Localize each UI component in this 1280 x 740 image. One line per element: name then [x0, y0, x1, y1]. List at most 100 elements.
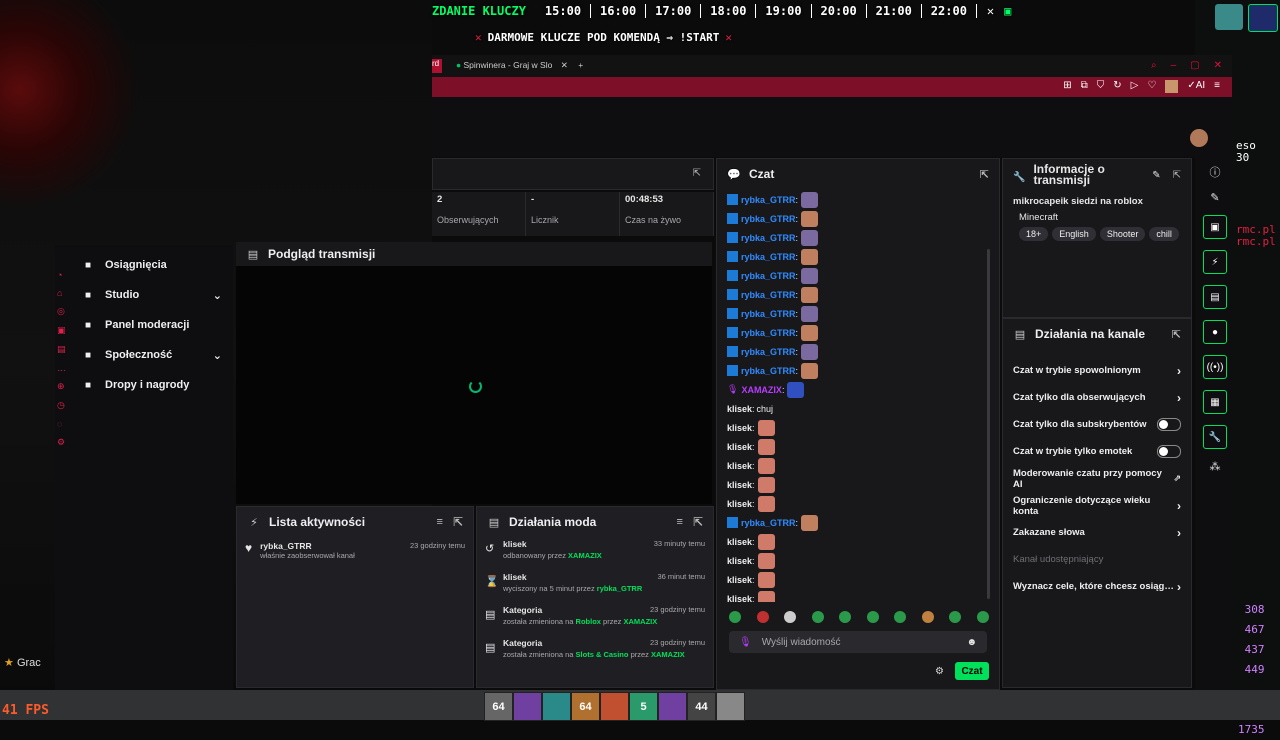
- chat-scrollbar[interactable]: [987, 249, 990, 599]
- chat-username[interactable]: klisek: [727, 423, 752, 433]
- marker-button[interactable]: ▦: [1203, 390, 1227, 414]
- toggle-switch[interactable]: [1157, 445, 1181, 458]
- close-tab-icon[interactable]: ✕: [561, 60, 568, 70]
- filter-icon[interactable]: ≡: [437, 516, 443, 528]
- activity-user[interactable]: rybka_GTRR: [260, 541, 410, 551]
- chat-username[interactable]: rybka_GTRR: [741, 309, 796, 319]
- clip-button[interactable]: ▣: [1203, 215, 1227, 239]
- emote-image[interactable]: [801, 267, 819, 284]
- nav-item[interactable]: ■ Społeczność ⌄: [85, 340, 230, 370]
- nav-icon[interactable]: ◔: [57, 270, 69, 280]
- hotbar-slot[interactable]: [513, 692, 542, 721]
- chat-button[interactable]: ●: [1203, 320, 1227, 344]
- chat-username[interactable]: klisek: [727, 480, 752, 490]
- hotbar-slot[interactable]: 64: [484, 692, 513, 721]
- emote-shortcut[interactable]: [784, 611, 797, 623]
- channel-action-row[interactable]: Moderowanie czatu przy pomocy AI ⇗: [1003, 465, 1191, 492]
- modaction-target[interactable]: Slots & Casino: [576, 650, 629, 659]
- chat-username[interactable]: rybka_GTRR: [741, 328, 796, 338]
- profile-avatar[interactable]: [1165, 80, 1179, 93]
- chat-username[interactable]: rybka_GTRR: [741, 233, 796, 243]
- popout-icon[interactable]: ⇱: [453, 515, 463, 529]
- play-icon[interactable]: ▷: [1131, 80, 1139, 93]
- popout-icon[interactable]: ⇱: [980, 168, 989, 181]
- tab-partial[interactable]: rd: [432, 59, 442, 73]
- tag-pill[interactable]: chill: [1149, 227, 1179, 241]
- emote-image[interactable]: [757, 552, 775, 569]
- modaction-target[interactable]: XAMAZIX: [568, 551, 602, 560]
- nav-icon[interactable]: ⊕: [57, 381, 69, 392]
- emote-image[interactable]: [757, 438, 775, 455]
- microphone-icon[interactable]: 🎙: [739, 637, 752, 648]
- bookmark-icon[interactable]: ⊞: [1063, 80, 1071, 93]
- chat-username[interactable]: rybka_GTRR: [741, 195, 796, 205]
- popout-icon[interactable]: ⇱: [693, 515, 703, 529]
- chat-username[interactable]: rybka_GTRR: [741, 271, 796, 281]
- emote-shortcut[interactable]: [839, 611, 852, 623]
- edit-icon[interactable]: ✎: [1210, 191, 1219, 204]
- chevron-down-icon[interactable]: ⌄: [213, 349, 222, 362]
- chat-username[interactable]: rybka_GTRR: [741, 518, 796, 528]
- chat-username[interactable]: rybka_GTRR: [741, 347, 796, 357]
- maximize-icon[interactable]: ▢: [1190, 60, 1199, 71]
- apps-icon[interactable]: ⁂: [1210, 460, 1221, 473]
- nav-item[interactable]: ■ Studio ⌄: [85, 280, 230, 310]
- emote-image[interactable]: [801, 514, 819, 531]
- screenshot-icon[interactable]: ⧉: [1081, 80, 1088, 93]
- hotbar-slot[interactable]: 44: [687, 692, 716, 721]
- chat-username[interactable]: klisek: [727, 404, 752, 414]
- emote-image[interactable]: [801, 229, 819, 246]
- filter-icon[interactable]: ≡: [677, 516, 683, 528]
- emote-shortcut[interactable]: [729, 611, 741, 623]
- chat-username[interactable]: XAMAZIX: [741, 385, 782, 395]
- emote-shortcut[interactable]: [866, 611, 879, 623]
- shield-icon[interactable]: ⛉: [1097, 80, 1105, 93]
- send-chat-button[interactable]: Czat: [955, 662, 989, 680]
- menu-icon[interactable]: ≡: [1214, 80, 1220, 93]
- broadcast-button[interactable]: ((•)): [1203, 355, 1227, 379]
- channel-action-row[interactable]: Czat tylko dla obserwujących ›: [1003, 384, 1191, 411]
- emote-shortcut[interactable]: [756, 611, 769, 623]
- channel-action-row[interactable]: Wyznacz cele, które chcesz osiąg… ›: [1003, 573, 1191, 600]
- channel-action-row[interactable]: Czat tylko dla subskrybentów: [1003, 411, 1191, 438]
- hotbar-slot[interactable]: [716, 692, 745, 721]
- modaction-user[interactable]: klisek: [503, 539, 527, 549]
- channel-action-row[interactable]: Ograniczenie dotyczące wieku konta ›: [1003, 492, 1191, 519]
- hotbar-slot[interactable]: 5: [629, 692, 658, 721]
- emote-image[interactable]: [757, 476, 775, 493]
- nav-icon[interactable]: ▣: [57, 325, 69, 336]
- emote-image[interactable]: [801, 191, 819, 208]
- emote-image[interactable]: [801, 286, 819, 303]
- chat-username[interactable]: klisek: [727, 442, 752, 452]
- modaction-target[interactable]: rybka_GTRR: [597, 584, 642, 593]
- emote-image[interactable]: [757, 419, 775, 436]
- emote-image[interactable]: [801, 324, 819, 341]
- emote-shortcut[interactable]: [949, 611, 962, 623]
- emote-shortcut[interactable]: [811, 611, 824, 623]
- close-window-icon[interactable]: ✕: [1214, 60, 1222, 71]
- channel-action-row[interactable]: Czat w trybie spowolnionym ›: [1003, 357, 1191, 384]
- hotbar-slot[interactable]: [600, 692, 629, 721]
- chat-username[interactable]: klisek: [727, 575, 752, 585]
- chat-username[interactable]: rybka_GTRR: [741, 252, 796, 262]
- emote-image[interactable]: [801, 343, 819, 360]
- ai-icon[interactable]: ✓AI: [1187, 80, 1205, 93]
- chat-username[interactable]: klisek: [727, 499, 752, 509]
- chat-username[interactable]: klisek: [727, 594, 752, 603]
- reload-icon[interactable]: ↻: [1113, 80, 1121, 93]
- popout-icon[interactable]: ⇱: [1173, 170, 1181, 181]
- emote-image[interactable]: [801, 362, 819, 379]
- chat-username[interactable]: rybka_GTRR: [741, 214, 796, 224]
- hotbar-slot[interactable]: 64: [571, 692, 600, 721]
- search-icon[interactable]: ⌕: [1151, 60, 1157, 71]
- chevron-down-icon[interactable]: ⌄: [213, 289, 222, 302]
- tag-pill[interactable]: English: [1052, 227, 1096, 241]
- emote-image[interactable]: [801, 305, 819, 322]
- emote-shortcut[interactable]: [976, 611, 989, 623]
- nav-icon[interactable]: ◎: [57, 306, 69, 317]
- modaction-user[interactable]: klisek: [503, 572, 527, 582]
- wrench-button[interactable]: 🔧: [1203, 425, 1227, 449]
- chat-username[interactable]: klisek: [727, 537, 752, 547]
- emote-image[interactable]: [787, 381, 805, 398]
- nav-icon[interactable]: ⌂: [57, 288, 69, 298]
